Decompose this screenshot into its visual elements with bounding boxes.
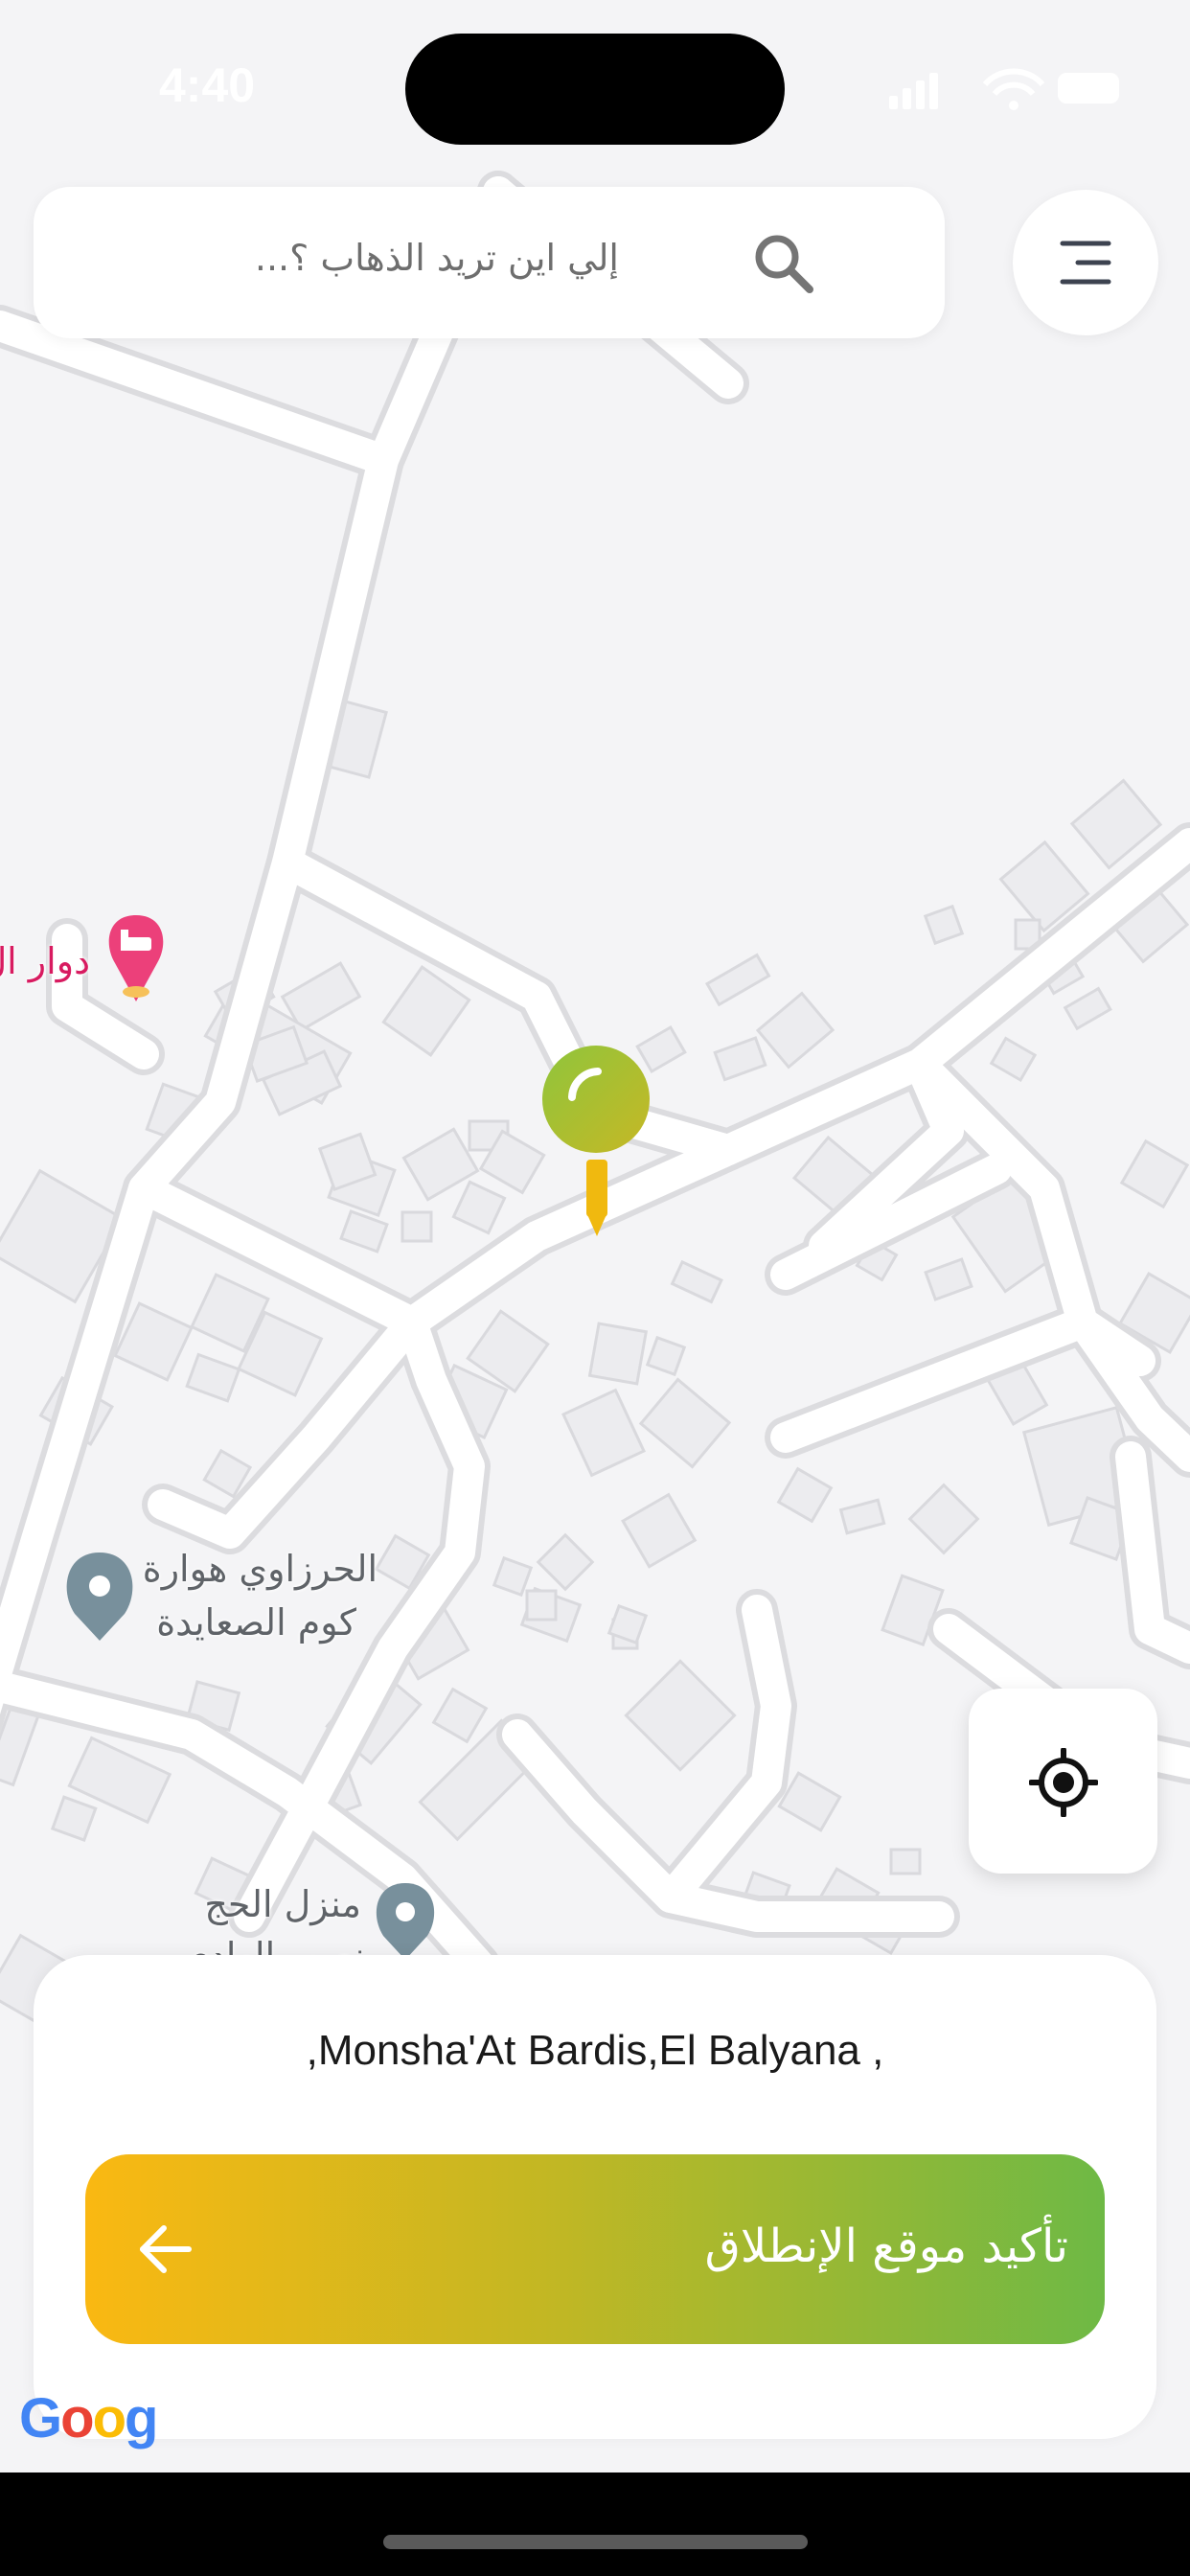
home-indicator[interactable] bbox=[383, 2535, 808, 2549]
poi-label-hotel[interactable]: دوار ال bbox=[0, 937, 90, 985]
confirm-pickup-button[interactable]: تأكيد موقع الإنطلاق bbox=[85, 2154, 1105, 2344]
google-logo: Goog bbox=[19, 2387, 158, 2450]
menu-icon bbox=[1060, 241, 1111, 285]
pickup-address: ,Monsha'At Bardis,El Balyana , bbox=[306, 2027, 884, 2074]
poi-label-line[interactable]: الحرزاوي هوارة bbox=[143, 1545, 378, 1593]
arrow-left-icon bbox=[140, 2225, 192, 2273]
home-bar-area bbox=[0, 2472, 1190, 2576]
menu-button[interactable] bbox=[1013, 190, 1158, 335]
search-icon[interactable] bbox=[752, 232, 815, 295]
my-location-icon bbox=[1029, 1748, 1098, 1817]
status-bar: 4:40 bbox=[0, 0, 1190, 172]
dynamic-island bbox=[405, 34, 785, 145]
search-bar[interactable]: إلي اين تريد الذهاب ؟... bbox=[34, 187, 945, 338]
poi-label-line[interactable]: منزل الحج bbox=[204, 1880, 361, 1928]
search-input[interactable]: إلي اين تريد الذهاب ؟... bbox=[255, 237, 619, 279]
status-time: 4:40 bbox=[159, 58, 256, 112]
status-icons bbox=[889, 68, 1119, 110]
my-location-button[interactable] bbox=[969, 1689, 1157, 1874]
confirm-pickup-label: تأكيد موقع الإنطلاق bbox=[704, 2220, 1068, 2273]
pickup-confirm-panel: ,Monsha'At Bardis,El Balyana , تأكيد موق… bbox=[34, 1955, 1156, 2439]
poi-label-line[interactable]: كوم الصعايدة bbox=[156, 1598, 356, 1646]
location-pin-icon[interactable] bbox=[538, 1045, 653, 1236]
